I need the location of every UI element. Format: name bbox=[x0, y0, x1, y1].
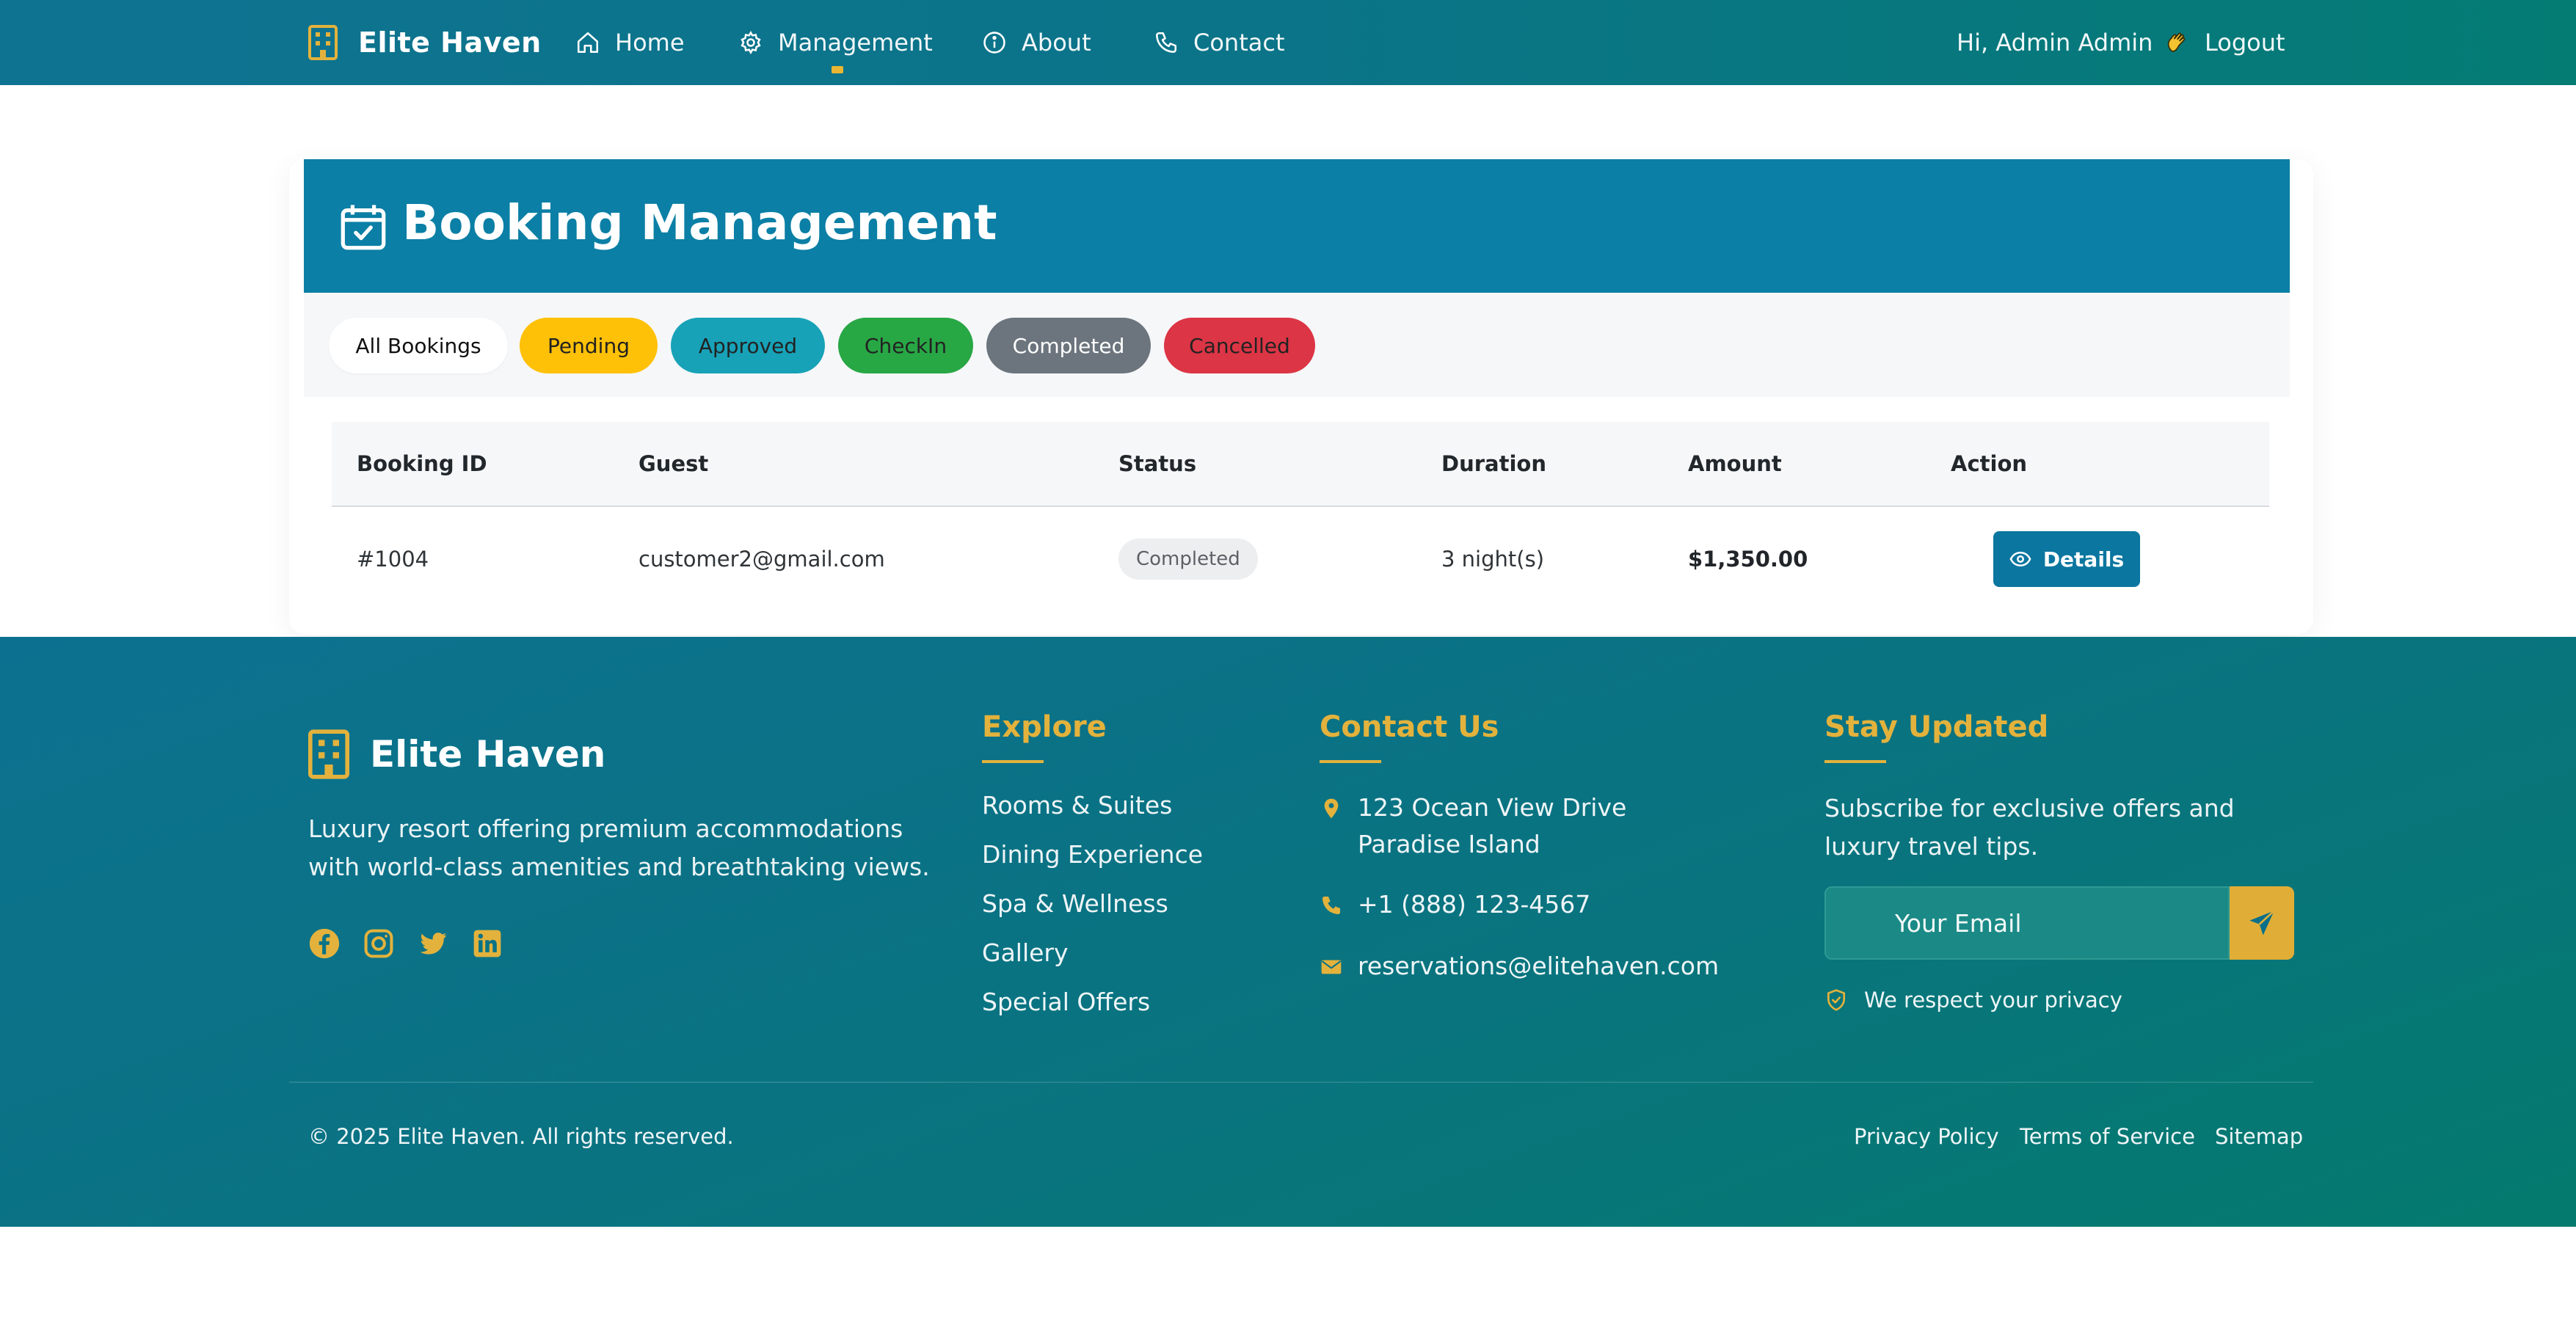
calendar-check-icon bbox=[341, 205, 386, 250]
filter-cancelled[interactable]: Cancelled bbox=[1164, 318, 1315, 373]
gear-icon bbox=[741, 31, 761, 54]
twitter-icon[interactable] bbox=[417, 927, 449, 960]
logout-label: Logout bbox=[2205, 29, 2285, 56]
contact-email[interactable]: reservations@elitehaven.com bbox=[1320, 948, 1719, 985]
logout-link[interactable]: Logout bbox=[2205, 22, 2285, 63]
col-guest: Guest bbox=[638, 451, 709, 476]
top-navbar: Elite Haven Home Management About Contac… bbox=[0, 0, 2576, 85]
phone-number: +1 (888) 123-4567 bbox=[1358, 890, 1591, 919]
footer-brand[interactable]: Elite Haven bbox=[308, 725, 605, 784]
footer-divider bbox=[289, 1081, 2313, 1083]
facebook-icon[interactable] bbox=[308, 927, 341, 960]
user-greeting: Hi, Admin Admin bbox=[1957, 22, 2189, 63]
nav-item-label: Contact bbox=[1193, 29, 1285, 56]
waving-hand-icon bbox=[2168, 32, 2186, 52]
newsletter-email-input[interactable]: Your Email bbox=[1824, 886, 2230, 960]
newsletter-text: Subscribe for exclusive offers and luxur… bbox=[1824, 794, 2235, 861]
nav-item-label: About bbox=[1022, 29, 1091, 56]
heading-underline bbox=[982, 760, 1044, 763]
details-button[interactable]: Details bbox=[1993, 531, 2140, 587]
greeting-text: Hi, Admin Admin bbox=[1957, 29, 2153, 56]
filter-all-bookings[interactable]: All Bookings bbox=[329, 318, 508, 373]
bookings-table-header: Booking ID Guest Status Duration Amount … bbox=[332, 422, 2269, 507]
site-footer: Elite Haven Luxury resort offering premi… bbox=[0, 637, 2576, 1227]
building-icon bbox=[308, 25, 338, 60]
active-nav-indicator bbox=[832, 66, 843, 73]
email-address: reservations@elitehaven.com bbox=[1358, 952, 1720, 980]
footer-link-spa[interactable]: Spa & Wellness bbox=[982, 889, 1168, 918]
shield-check-icon bbox=[1827, 989, 1845, 1011]
booking-management-card: Booking Management All Bookings Pending … bbox=[289, 159, 2313, 635]
nav-item-management[interactable]: Management bbox=[738, 22, 933, 63]
address-line-2: Paradise Island bbox=[1358, 830, 1540, 858]
instagram-icon[interactable] bbox=[363, 927, 395, 960]
footer-link-rooms[interactable]: Rooms & Suites bbox=[982, 791, 1172, 820]
status-cell: Completed bbox=[1118, 506, 1258, 613]
newsletter-heading: Stay Updated bbox=[1824, 710, 2049, 744]
brand-name: Elite Haven bbox=[358, 26, 542, 59]
send-icon bbox=[2249, 910, 2275, 935]
heading-underline bbox=[1824, 760, 1886, 763]
building-icon bbox=[308, 729, 349, 779]
col-action: Action bbox=[1951, 451, 2028, 476]
footer-link-dining[interactable]: Dining Experience bbox=[982, 840, 1203, 869]
status-filter-bar: All Bookings Pending Approved CheckIn Co… bbox=[304, 293, 2290, 397]
nav-brand[interactable]: Elite Haven bbox=[308, 22, 542, 63]
info-icon bbox=[983, 32, 1005, 54]
nav-item-contact[interactable]: Contact bbox=[1154, 22, 1285, 63]
col-status: Status bbox=[1118, 451, 1197, 476]
copyright-text: © 2025 Elite Haven. All rights reserved. bbox=[308, 1124, 734, 1149]
nav-item-home[interactable]: Home bbox=[575, 22, 685, 63]
footer-description: Luxury resort offering premium accommoda… bbox=[308, 814, 930, 881]
filter-pending[interactable]: Pending bbox=[520, 318, 658, 373]
footer-brand-name: Elite Haven bbox=[370, 733, 606, 776]
contact-phone[interactable]: +1 (888) 123-4567 bbox=[1320, 886, 1590, 923]
privacy-text: We respect your privacy bbox=[1864, 988, 2122, 1013]
eye-icon bbox=[2009, 551, 2031, 567]
col-amount: Amount bbox=[1688, 451, 1782, 476]
details-label: Details bbox=[2042, 547, 2125, 572]
page-title: Booking Management bbox=[402, 194, 997, 251]
booking-id: #1004 bbox=[357, 547, 429, 572]
filter-completed[interactable]: Completed bbox=[986, 318, 1151, 373]
address-line-1: 123 Ocean View Drive bbox=[1358, 793, 1627, 822]
filter-checkin[interactable]: CheckIn bbox=[838, 318, 973, 373]
phone-icon bbox=[1322, 897, 1340, 914]
sitemap-link[interactable]: Sitemap bbox=[2215, 1124, 2303, 1149]
col-duration: Duration bbox=[1441, 451, 1546, 476]
table-row: #1004 customer2@gmail.com Completed 3 ni… bbox=[332, 506, 2269, 613]
footer-link-offers[interactable]: Special Offers bbox=[982, 988, 1150, 1016]
nav-item-about[interactable]: About bbox=[982, 22, 1091, 63]
col-booking-id: Booking ID bbox=[357, 451, 487, 476]
guest-email: customer2@gmail.com bbox=[638, 547, 885, 572]
contact-address: 123 Ocean View Drive Paradise Island bbox=[1320, 789, 1626, 863]
envelope-icon bbox=[1321, 960, 1342, 974]
phone-icon bbox=[1155, 32, 1177, 54]
map-pin-icon bbox=[1324, 798, 1339, 819]
status-badge: Completed bbox=[1118, 539, 1258, 580]
amount: $1,350.00 bbox=[1688, 547, 1808, 572]
contact-heading: Contact Us bbox=[1320, 710, 1499, 744]
privacy-note: We respect your privacy bbox=[1824, 988, 2122, 1013]
linkedin-icon[interactable] bbox=[471, 927, 503, 960]
nav-item-label: Management bbox=[778, 29, 933, 56]
explore-heading: Explore bbox=[982, 710, 1107, 744]
home-icon bbox=[577, 32, 599, 54]
nav-item-label: Home bbox=[615, 29, 685, 56]
duration: 3 night(s) bbox=[1441, 547, 1545, 572]
heading-underline bbox=[1320, 760, 1381, 763]
subscribe-button[interactable] bbox=[2230, 886, 2294, 960]
filter-approved[interactable]: Approved bbox=[671, 318, 825, 373]
card-header: Booking Management bbox=[304, 159, 2290, 293]
terms-of-service-link[interactable]: Terms of Service bbox=[2020, 1124, 2195, 1149]
privacy-policy-link[interactable]: Privacy Policy bbox=[1854, 1124, 1999, 1149]
footer-link-gallery[interactable]: Gallery bbox=[982, 938, 1069, 967]
